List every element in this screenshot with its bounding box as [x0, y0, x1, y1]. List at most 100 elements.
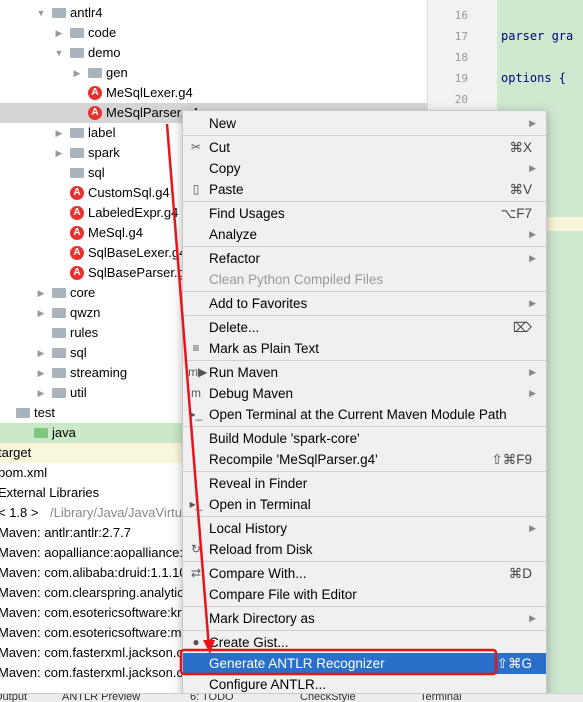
submenu-arrow-icon: ▶ [529, 229, 536, 239]
menu-item-open-in-terminal[interactable]: ▸_ Open in Terminal [183, 494, 546, 515]
menu-item-label: Create Gist... [209, 635, 289, 650]
github-icon: ● [192, 635, 200, 649]
tree-item-label: pom.xml [0, 465, 48, 480]
menu-item-label: Build Module 'spark-core' [209, 431, 360, 446]
expand-arrow-closed-icon[interactable]: ▶ [72, 63, 82, 83]
tree-item[interactable]: ▶ gen [0, 63, 427, 83]
line-number: 16 [454, 9, 468, 22]
expand-arrow-open-icon[interactable]: ▼ [36, 3, 46, 23]
menu-item-recompile-mesqlparser-g4[interactable]: Recompile 'MeSqlParser.g4' ⇧⌘F9 [183, 449, 546, 470]
menu-item-compare-file-with-editor[interactable]: Compare File with Editor [183, 584, 546, 605]
tree-item-label: Maven: com.esotericsoftware:minlog [0, 625, 209, 640]
menu-item-label: Compare With... [209, 566, 307, 581]
shortcut-label: ⌘D [508, 566, 532, 581]
menu-item-label: Find Usages [209, 206, 285, 221]
tree-item-label: test [34, 405, 55, 420]
menu-separator [183, 471, 546, 472]
menu-item-label: Mark Directory as [209, 611, 315, 626]
menu-item-label: Cut [209, 140, 231, 155]
terminal-icon: ▸_ [189, 407, 203, 421]
tree-item-label: rules [70, 325, 99, 340]
menu-item-generate-antlr-recognizer[interactable]: Generate ANTLR Recognizer ⇧⌘G [183, 653, 546, 674]
tree-item[interactable]: ▶ code [0, 23, 427, 43]
tree-item-label: antlr4 [70, 5, 103, 20]
menu-item-paste[interactable]: ▯ Paste ⌘V [183, 179, 546, 200]
expand-arrow-closed-icon[interactable]: ▶ [36, 363, 46, 383]
menu-item-build-module-spark-core[interactable]: Build Module 'spark-core' [183, 428, 546, 449]
antlr-file-icon: A [70, 226, 84, 240]
submenu-arrow-icon: ▶ [529, 253, 536, 263]
antlr-file-icon: A [88, 106, 102, 120]
tree-item-label: CustomSql.g4 [88, 185, 170, 200]
folder-icon [52, 328, 66, 338]
tree-item-label: core [70, 285, 96, 300]
folder-icon [52, 308, 66, 318]
folder-icon [52, 368, 66, 378]
menu-item-run-maven[interactable]: m▶ Run Maven ▶ [183, 362, 546, 383]
menu-item-reload-from-disk[interactable]: ↻ Reload from Disk [183, 539, 546, 560]
folder-icon [52, 8, 66, 18]
menu-item-cut[interactable]: ✂ Cut ⌘X [183, 137, 546, 158]
clipboard-icon: ▯ [192, 182, 200, 196]
expand-arrow-closed-icon[interactable]: ▶ [54, 123, 64, 143]
expand-arrow-closed-icon[interactable]: ▶ [36, 303, 46, 323]
tree-item[interactable]: ▼ antlr4 [0, 3, 427, 23]
menu-item-refactor[interactable]: Refactor ▶ [183, 248, 546, 269]
menu-item-label: Clean Python Compiled Files [209, 272, 384, 287]
folder-icon [88, 68, 102, 78]
antlr-file-icon: A [70, 206, 84, 220]
expand-arrow-open-icon[interactable]: ▼ [54, 43, 64, 63]
tree-item-label: java [52, 425, 76, 440]
code-line: parser gra [501, 29, 574, 43]
terminal-icon: ▸_ [189, 497, 203, 511]
submenu-arrow-icon: ▶ [529, 118, 536, 128]
shortcut-label: ⌥F7 [500, 206, 532, 221]
submenu-arrow-icon: ▶ [529, 298, 536, 308]
tree-item-label: demo [88, 45, 121, 60]
menu-item-reveal-in-finder[interactable]: Reveal in Finder [183, 473, 546, 494]
tree-item[interactable]: A MeSqlLexer.g4 [0, 83, 427, 103]
menu-item-label: Reload from Disk [209, 542, 313, 557]
folder-icon [70, 48, 84, 58]
menu-separator [183, 606, 546, 607]
folder-icon [52, 348, 66, 358]
menu-item-compare-with[interactable]: ⇄ Compare With... ⌘D [183, 563, 546, 584]
folder-icon [16, 408, 30, 418]
menu-item-new[interactable]: New ▶ [183, 113, 546, 134]
menu-item-mark-as-plain-text[interactable]: ≡ Mark as Plain Text [183, 338, 546, 359]
menu-item-local-history[interactable]: Local History ▶ [183, 518, 546, 539]
menu-item-delete[interactable]: Delete... ⌦ [183, 317, 546, 338]
tree-item-label: Maven: com.fasterxml.jackson.core [0, 665, 202, 680]
menu-item-configure-antlr[interactable]: Configure ANTLR... [183, 674, 546, 695]
tree-item-label: SqlBaseLexer.g4 [88, 245, 187, 260]
menu-item-open-terminal-at-the-current-maven-module-path[interactable]: ▸_ Open Terminal at the Current Maven Mod… [183, 404, 546, 425]
menu-item-label: Configure ANTLR... [209, 677, 327, 692]
menu-separator [183, 246, 546, 247]
menu-separator [183, 630, 546, 631]
menu-item-find-usages[interactable]: Find Usages ⌥F7 [183, 203, 546, 224]
tree-item-label: label [88, 125, 116, 140]
expand-arrow-closed-icon[interactable]: ▶ [36, 383, 46, 403]
expand-arrow-closed-icon[interactable]: ▶ [36, 343, 46, 363]
menu-separator [183, 516, 546, 517]
submenu-arrow-icon: ▶ [529, 613, 536, 623]
expand-arrow-closed-icon[interactable]: ▶ [54, 143, 64, 163]
menu-item-label: Refactor [209, 251, 261, 266]
menu-item-mark-directory-as[interactable]: Mark Directory as ▶ [183, 608, 546, 629]
menu-item-copy[interactable]: Copy ▶ [183, 158, 546, 179]
menu-item-create-gist[interactable]: ● Create Gist... [183, 632, 546, 653]
folder-icon [70, 148, 84, 158]
menu-separator [183, 426, 546, 427]
menu-item-analyze[interactable]: Analyze ▶ [183, 224, 546, 245]
menu-item-add-to-favorites[interactable]: Add to Favorites ▶ [183, 293, 546, 314]
menu-item-label: Compare File with Editor [209, 587, 357, 602]
menu-item-debug-maven[interactable]: m Debug Maven ▶ [183, 383, 546, 404]
folder-icon [52, 388, 66, 398]
expand-arrow-closed-icon[interactable]: ▶ [54, 23, 64, 43]
tree-item[interactable]: ▼ demo [0, 43, 427, 63]
expand-arrow-closed-icon[interactable]: ▶ [36, 283, 46, 303]
tree-item-label: qwzn [70, 305, 101, 320]
tree-item-label: spark [88, 145, 120, 160]
menu-item-label: Mark as Plain Text [209, 341, 320, 356]
tree-item-label: Maven: com.fasterxml.jackson.core [0, 645, 202, 660]
